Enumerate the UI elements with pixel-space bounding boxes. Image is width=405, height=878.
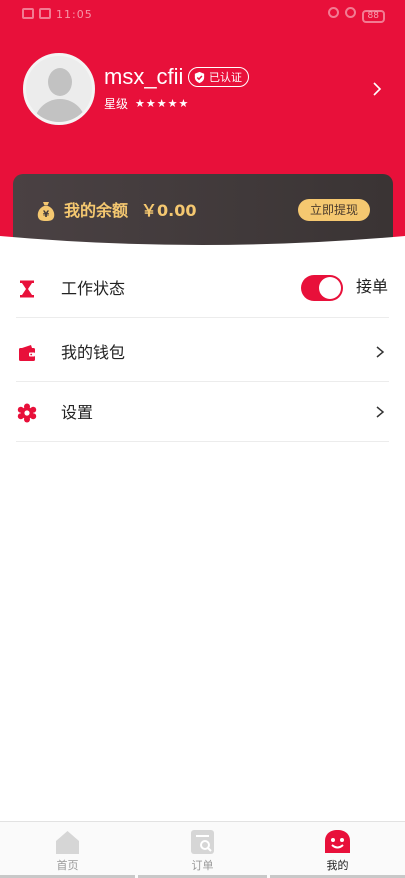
home-icon — [56, 831, 79, 854]
nav-item-profile[interactable]: 我的 — [270, 822, 405, 878]
toggle-label: 接单 — [356, 277, 389, 296]
chevron-right-icon — [376, 406, 385, 418]
wifi-icon — [344, 7, 356, 18]
star-rating: ★★★★★ — [135, 97, 190, 110]
username: msx_cfii — [104, 64, 184, 89]
money-bag-icon: ¥ — [37, 202, 55, 221]
chevron-right-icon[interactable] — [368, 80, 386, 98]
chevron-right-icon — [376, 346, 385, 358]
menu-label-work-status: 工作状态 — [61, 279, 126, 298]
rating-row: 星级 ★★★★★ — [104, 96, 189, 112]
svg-text:¥: ¥ — [43, 210, 50, 220]
menu-item-wallet[interactable]: 我的钱包 — [16, 324, 389, 382]
menu-label-wallet: 我的钱包 — [61, 343, 126, 362]
status-time: 11:05 — [56, 8, 93, 21]
avatar-body — [34, 99, 86, 122]
menu-label-settings: 设置 — [61, 403, 94, 422]
work-status-toggle[interactable] — [301, 275, 343, 301]
withdraw-button[interactable]: 立即提现 — [298, 199, 370, 221]
nav-item-orders[interactable]: 订单 — [135, 822, 270, 878]
status-left: 11:05 — [22, 8, 93, 21]
alarm-icon — [327, 7, 339, 18]
hourglass-icon — [20, 280, 34, 298]
profile-header: 11:05 88 msx_cfii 已认证 星级 ★★★★★ ¥ 我的余额 ￥0… — [0, 0, 405, 250]
gear-icon — [17, 403, 37, 423]
rating-label: 星级 — [104, 97, 129, 111]
menu-item-work-status: 工作状态 接单 — [16, 260, 389, 318]
status-right: 88 — [327, 7, 385, 23]
bottom-nav: 首页 订单 我的 — [0, 821, 405, 878]
nav-item-home[interactable]: 首页 — [0, 822, 135, 878]
nav-label-profile: 我的 — [326, 859, 349, 872]
signal-icon — [39, 8, 51, 19]
verified-badge: 已认证 — [188, 67, 249, 87]
profile-icon — [325, 830, 350, 853]
status-bar: 11:05 88 — [0, 0, 405, 30]
balance-label: 我的余额 — [64, 201, 129, 220]
shield-icon — [194, 71, 205, 83]
header-curve — [0, 236, 405, 250]
wallet-icon — [19, 345, 35, 361]
avatar-head — [48, 68, 72, 96]
nav-label-orders: 订单 — [191, 859, 214, 872]
menu-item-settings[interactable]: 设置 — [16, 384, 389, 442]
toggle-knob — [319, 277, 341, 299]
nav-label-home: 首页 — [56, 859, 79, 872]
battery-icon: 88 — [361, 10, 385, 23]
avatar[interactable] — [23, 53, 95, 125]
balance-value: ￥0.00 — [141, 201, 197, 220]
order-icon — [191, 830, 214, 854]
signal-icon — [22, 8, 34, 19]
verified-label: 已认证 — [209, 70, 242, 84]
